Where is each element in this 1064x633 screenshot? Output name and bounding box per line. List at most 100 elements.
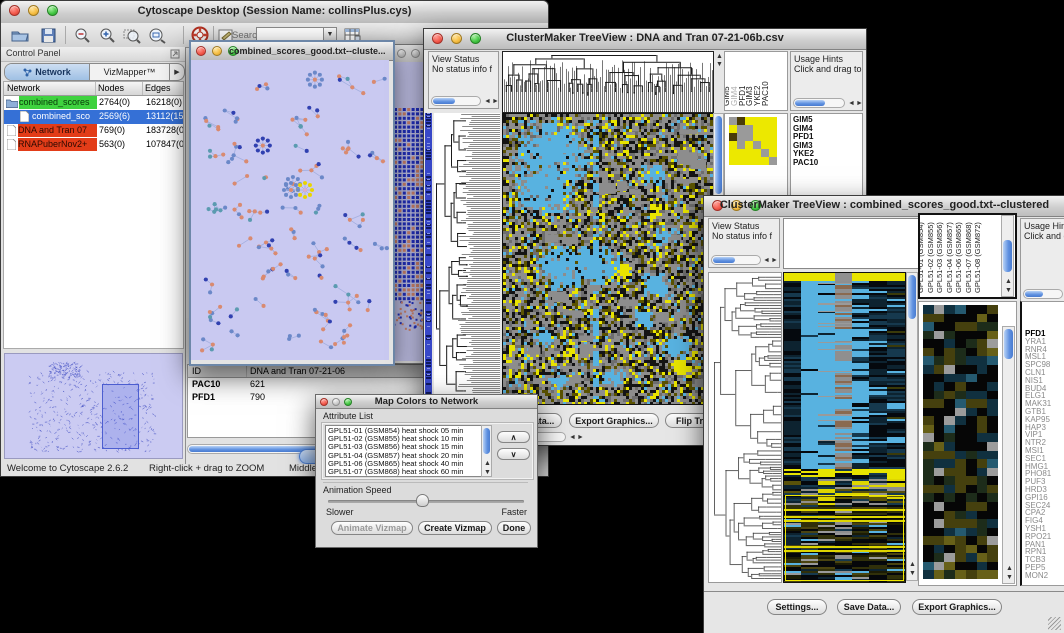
column-label[interactable]: GPL51-02 (GSM855)	[926, 222, 935, 293]
matrix-cell[interactable]	[729, 117, 737, 125]
col-nodes[interactable]: Nodes	[98, 82, 143, 95]
scroll-down-arrow[interactable]: ▼	[1006, 574, 1013, 581]
matrix-cell[interactable]	[745, 117, 753, 125]
usage-hints-scrollbar[interactable]	[793, 98, 845, 108]
matrix-cell[interactable]	[769, 157, 777, 165]
matrix-cell[interactable]	[761, 117, 769, 125]
matrix-cell[interactable]	[761, 133, 769, 141]
view-status-scrollbar[interactable]	[711, 255, 761, 265]
done-button[interactable]: Done	[497, 521, 531, 535]
matrix-cell[interactable]	[761, 157, 769, 165]
matrix-cell[interactable]	[769, 149, 777, 157]
matrix-cell[interactable]	[753, 141, 761, 149]
scroll-thumb[interactable]	[1004, 329, 1013, 359]
scroll-left-arrow[interactable]: ◄	[763, 257, 770, 264]
network-graph-canvas[interactable]	[191, 60, 389, 360]
birdseye-panel[interactable]	[4, 353, 183, 459]
matrix-cell[interactable]	[729, 125, 737, 133]
matrix-cell[interactable]	[737, 117, 745, 125]
scroll-thumb[interactable]	[433, 98, 455, 104]
scroll-down-arrow[interactable]: ▼	[1005, 287, 1012, 294]
matrix-cell[interactable]	[729, 157, 737, 165]
tv2-save-data-button[interactable]: Save Data...	[837, 599, 901, 615]
scroll-right-arrow[interactable]: ►	[492, 98, 499, 105]
tv2-gene-scrollbar[interactable]: ▲ ▼	[1002, 326, 1015, 584]
tv2-labels-scrollbar[interactable]: ▲ ▼	[1001, 215, 1014, 297]
move-up-button[interactable]: ∧	[497, 431, 530, 443]
attribute-listbox[interactable]: GPL51-01 (GSM854) heat shock 05 minGPL51…	[325, 425, 483, 477]
scroll-thumb[interactable]	[1025, 291, 1043, 297]
birdseye-viewport[interactable]	[102, 384, 139, 449]
matrix-cell[interactable]	[737, 133, 745, 141]
tv1-column-dendrogram-canvas[interactable]	[502, 51, 714, 113]
tv2-zoom-heatmap-canvas[interactable]	[923, 305, 998, 579]
col-network[interactable]: Network	[7, 82, 96, 95]
matrix-cell[interactable]	[753, 157, 761, 165]
scroll-thumb[interactable]	[483, 428, 490, 454]
tv1-atr-up-arrow[interactable]: ▲	[716, 53, 723, 60]
scroll-left-arrow[interactable]: ◄	[848, 100, 855, 107]
row-label[interactable]: PAC10	[793, 159, 818, 168]
network-view-titlebar[interactable]: combined_scores_good.txt--cluste...	[191, 42, 393, 61]
matrix-cell[interactable]	[745, 141, 753, 149]
scroll-up-arrow[interactable]: ▲	[1006, 565, 1013, 572]
tv1-row-dendrogram-canvas[interactable]	[434, 113, 500, 403]
open-session-button[interactable]	[9, 25, 31, 45]
matrix-cell[interactable]	[729, 141, 737, 149]
scroll-thumb[interactable]	[795, 100, 825, 106]
matrix-cell[interactable]	[729, 149, 737, 157]
tv2-settings-button[interactable]: Settings...	[767, 599, 827, 615]
tab-network[interactable]: Network	[5, 64, 90, 80]
tv1-correlation-matrix[interactable]	[729, 117, 777, 165]
matrix-cell[interactable]	[769, 125, 777, 133]
animate-vizmap-button[interactable]: Animate Vizmap	[331, 521, 413, 535]
matrix-cell[interactable]	[737, 149, 745, 157]
tv2-export-graphics-button[interactable]: Export Graphics...	[912, 599, 1002, 615]
col-id[interactable]: ID	[192, 365, 247, 377]
network-row[interactable]: combined_scores 2764(0) 16218(0)	[4, 96, 183, 110]
scroll-left-arrow[interactable]: ◄	[569, 434, 576, 441]
matrix-cell[interactable]	[737, 141, 745, 149]
matrix-cell[interactable]	[769, 117, 777, 125]
matrix-cell[interactable]	[745, 125, 753, 133]
column-label[interactable]: PAC10	[761, 81, 770, 106]
col-edges[interactable]: Edges	[145, 82, 184, 95]
matrix-cell[interactable]	[769, 133, 777, 141]
gene-label[interactable]: MON2	[1025, 572, 1051, 580]
column-label[interactable]: GPL51-08 (GSM872)	[973, 222, 982, 293]
tv2-selection-rect[interactable]	[785, 495, 904, 581]
zoom-in-button[interactable]	[96, 25, 118, 45]
scroll-up-arrow[interactable]: ▲	[484, 460, 491, 467]
attribute-list-scrollbar[interactable]: ▲ ▼	[481, 425, 492, 477]
matrix-cell[interactable]	[745, 157, 753, 165]
scroll-right-arrow[interactable]: ►	[577, 434, 584, 441]
column-label[interactable]: GPL51-01 (GSM854)	[918, 222, 925, 293]
resize-grip[interactable]	[1048, 617, 1061, 630]
create-vizmap-button[interactable]: Create Vizmap	[418, 521, 492, 535]
tab-overflow[interactable]: ▶	[170, 64, 184, 80]
view-status-scrollbar[interactable]	[431, 96, 481, 106]
matrix-cell[interactable]	[761, 125, 769, 133]
tv1-heatmap-canvas[interactable]	[502, 113, 714, 405]
minimize-button[interactable]	[411, 49, 420, 58]
scroll-up-arrow[interactable]: ▲	[1005, 278, 1012, 285]
zoom-out-button[interactable]	[71, 25, 93, 45]
speed-slider-thumb[interactable]	[416, 494, 429, 507]
zoom-selected-button[interactable]	[121, 25, 143, 45]
move-down-button[interactable]: ∨	[497, 448, 530, 460]
usage-hints-scrollbar[interactable]	[1023, 289, 1063, 299]
column-label[interactable]: GPL51-04 (GSM857)	[945, 222, 954, 293]
matrix-cell[interactable]	[745, 149, 753, 157]
network-row[interactable]: DNA and Tran 07 769(0) 183728(0)	[4, 124, 183, 138]
zoom-fit-button[interactable]	[146, 25, 168, 45]
column-label[interactable]: GPL51-07 (GSM868)	[964, 222, 973, 293]
close-button[interactable]	[397, 49, 406, 58]
close-button[interactable]	[196, 46, 206, 56]
tv1-export-graphics-button[interactable]: Export Graphics...	[569, 413, 659, 428]
matrix-cell[interactable]	[753, 125, 761, 133]
main-titlebar[interactable]: Cytoscape Desktop (Session Name: collins…	[1, 1, 548, 24]
scroll-up-arrow[interactable]: ▲	[909, 561, 916, 568]
tv1-atr-down-arrow[interactable]: ▼	[716, 61, 723, 68]
scroll-right-arrow[interactable]: ►	[856, 100, 863, 107]
tv2-row-dendrogram-canvas[interactable]	[708, 272, 782, 583]
